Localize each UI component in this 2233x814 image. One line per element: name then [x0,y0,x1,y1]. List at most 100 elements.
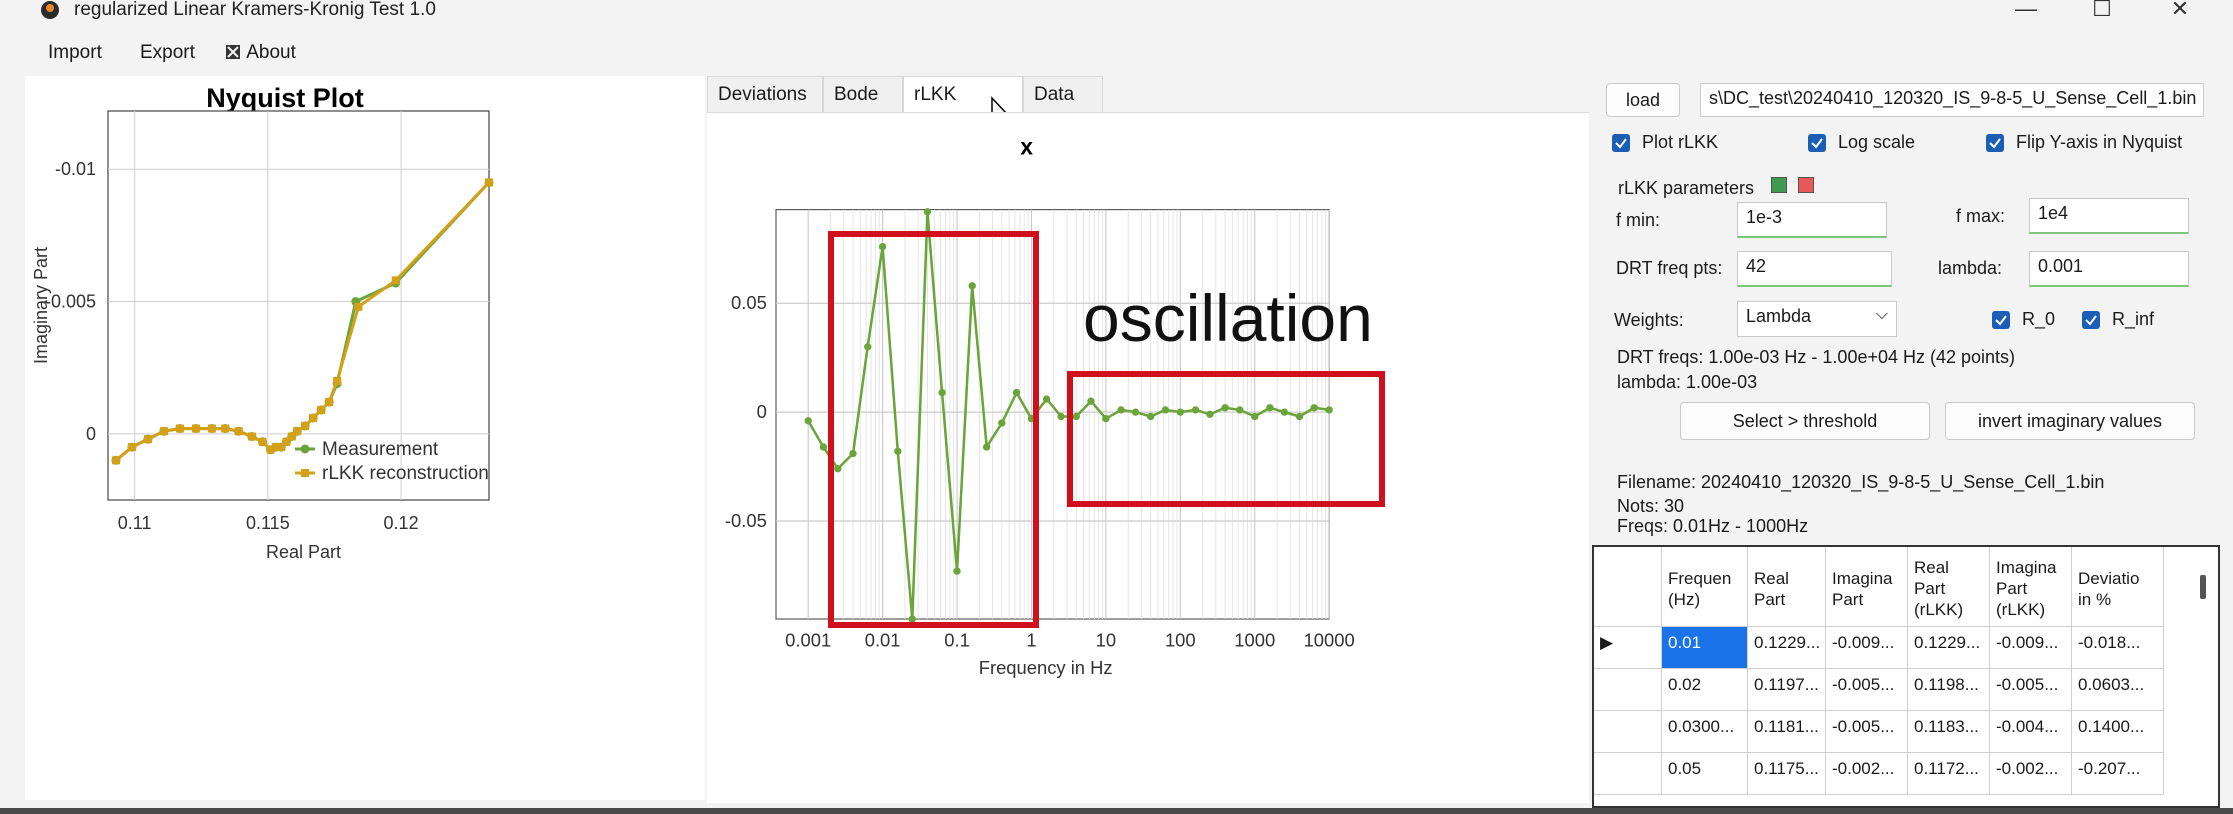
filepath-field[interactable]: s\DC_test\20240410_120320_IS_9-8-5_U_Sen… [1700,83,2204,117]
grid-cell[interactable]: 0.1197... [1748,669,1826,711]
nyquist-chart: Nyquist Plot 0.11 0.115 0.12 -0.01 -0.005 0 Rea… [31,83,494,562]
grid-cell[interactable]: 0.0603... [2072,669,2164,711]
red-color-swatch[interactable] [1798,177,1814,193]
nyquist-reconstruction-point [221,424,230,433]
load-button[interactable]: load [1606,83,1680,117]
grid-column-header[interactable]: Imagina Part (rLKK) [1990,547,2072,627]
grid-cell[interactable]: -0.002... [1990,753,2072,795]
rinf-checkbox[interactable] [2082,311,2100,329]
grid-cell[interactable]: 0.1229... [1908,627,1990,669]
freq-data-point [819,443,828,451]
f-min-input[interactable]: 1e-3 [1737,202,1887,238]
grid-cell[interactable]: 0.05 [1662,753,1748,795]
green-color-swatch[interactable] [1771,177,1787,193]
nyquist-y-tick-label: -0.01 [55,159,96,179]
nyquist-reconstruction-point [111,456,120,465]
grid-column-header[interactable]: Imagina Part [1826,547,1908,627]
menu-about-label: About [246,42,296,63]
maximize-icon[interactable]: ☐ [2082,0,2122,22]
grid-cell[interactable]: 0.0300... [1662,711,1748,753]
freq-x-axis-label: Frequency in Hz [979,657,1113,678]
grid-scrollbar[interactable] [2200,575,2206,599]
r0-label: R_0 [2022,309,2056,329]
nyquist-panel: Nyquist Plot 0.11 0.115 0.12 -0.01 -0.005 0 Rea… [25,76,705,800]
menu-about[interactable]: About [224,42,296,64]
tab-bode[interactable]: Bode [823,76,903,112]
plot-rlkk-checkbox[interactable] [1612,134,1630,152]
grid-cell[interactable]: 0.01 [1662,627,1748,669]
grid-cell[interactable]: 0.02 [1662,669,1748,711]
freq-x-tick-label: 1000 [1234,630,1275,651]
freq-data-point [1057,412,1065,421]
freq-data-point [804,417,812,425]
menu-import[interactable]: Import [48,42,102,64]
tab-deviations[interactable]: Deviations [707,76,823,112]
grid-corner-header[interactable] [1594,547,1662,627]
grid-column-header[interactable]: Deviatio in % [2072,547,2164,627]
grid-cell[interactable]: -0.004... [1990,711,2072,753]
nyquist-y-tick-label: -0.005 [45,292,96,312]
invert-imaginary-button[interactable]: invert imaginary values [1945,402,2195,440]
grid-cell[interactable]: -0.009... [1826,627,1908,669]
data-grid[interactable]: Frequen (Hz) Real Part Imagina Part Real Pa… [1592,545,2220,808]
grid-cell[interactable]: 0.1181... [1748,711,1826,753]
title-bar: regularized Linear Kramers-Kronig Test 1… [0,0,2233,22]
grid-row-header[interactable] [1594,669,1662,711]
grid-cell[interactable]: 0.1175... [1748,753,1826,795]
minimize-icon[interactable]: — [2006,0,2046,22]
nyquist-reconstruction-point [143,435,152,444]
grid-cell[interactable]: 0.1198... [1908,669,1990,711]
grid-cell[interactable]: -0.005... [1826,711,1908,753]
grid-cell[interactable]: 0.1400... [2072,711,2164,753]
nots-info: Nots: 30 [1617,496,1685,516]
window-title: regularized Linear Kramers-Kronig Test 1… [74,0,436,20]
log-scale-checkbox[interactable] [1808,134,1826,152]
menu-export[interactable]: Export [140,42,195,64]
flip-y-label: Flip Y-axis in Nyquist [2016,132,2183,152]
tab-data[interactable]: Data [1023,76,1103,112]
weights-label: Weights: [1614,310,1684,330]
freq-x-tick-label: 100 [1165,630,1196,651]
freq-data-point [923,208,932,216]
nyquist-reconstruction-point [234,427,243,436]
chevron-down-icon: ⌵ [1875,306,1888,323]
nyquist-x-tick-label: 0.11 [118,513,152,533]
grid-column-header[interactable]: Real Part [1748,547,1826,627]
grid-cell[interactable]: -0.207... [2072,753,2164,795]
nyquist-reconstruction-point [317,406,326,415]
f-max-input[interactable]: 1e4 [2029,198,2189,234]
freqs-info: Freqs: 0.01Hz - 1000Hz [1617,516,1809,536]
f-max-label: f max: [1956,206,2006,226]
nyquist-legend-label: Measurement [322,439,439,460]
freq-x-tick-label: 0.001 [785,630,831,651]
nyquist-x-axis-label: Real Part [266,542,341,562]
nyquist-reconstruction-point [159,427,168,436]
grid-cell[interactable]: 0.1172... [1908,753,1990,795]
rinf-label: R_inf [2112,309,2155,329]
nyquist-legend-marker [300,444,310,454]
grid-cell[interactable]: -0.009... [1990,627,2072,669]
grid-cell[interactable]: -0.018... [2072,627,2164,669]
lambda-input[interactable]: 0.001 [2029,251,2189,287]
grid-cell[interactable]: 0.1183... [1908,711,1990,753]
drt-freq-pts-input[interactable]: 42 [1737,251,1892,287]
grid-row-header[interactable] [1594,711,1662,753]
grid-row-header[interactable] [1594,753,1662,795]
grid-cell[interactable]: 0.1229... [1748,627,1826,669]
grid-column-header[interactable]: Frequen (Hz) [1662,547,1748,627]
grid-cell[interactable]: -0.002... [1826,753,1908,795]
r0-checkbox[interactable] [1992,311,2010,329]
nyquist-reconstruction-point [333,376,342,385]
nyquist-y-tick-label: 0 [86,424,96,444]
close-icon[interactable]: ✕ [2160,0,2200,22]
grid-cell[interactable]: -0.005... [1990,669,2072,711]
flip-y-checkbox[interactable] [1986,134,2004,152]
grid-column-header[interactable]: Real Part (rLKK) [1908,547,1990,627]
weights-select[interactable]: Lambda ⌵ [1737,301,1897,337]
app-logo-icon [41,1,59,19]
grid-row-header[interactable]: ▶ [1594,627,1662,669]
select-threshold-button[interactable]: Select > threshold [1680,402,1930,440]
freq-data-point [1042,395,1051,403]
grid-cell[interactable]: -0.005... [1826,669,1908,711]
freq-x-tick-label: 0.1 [944,630,970,651]
